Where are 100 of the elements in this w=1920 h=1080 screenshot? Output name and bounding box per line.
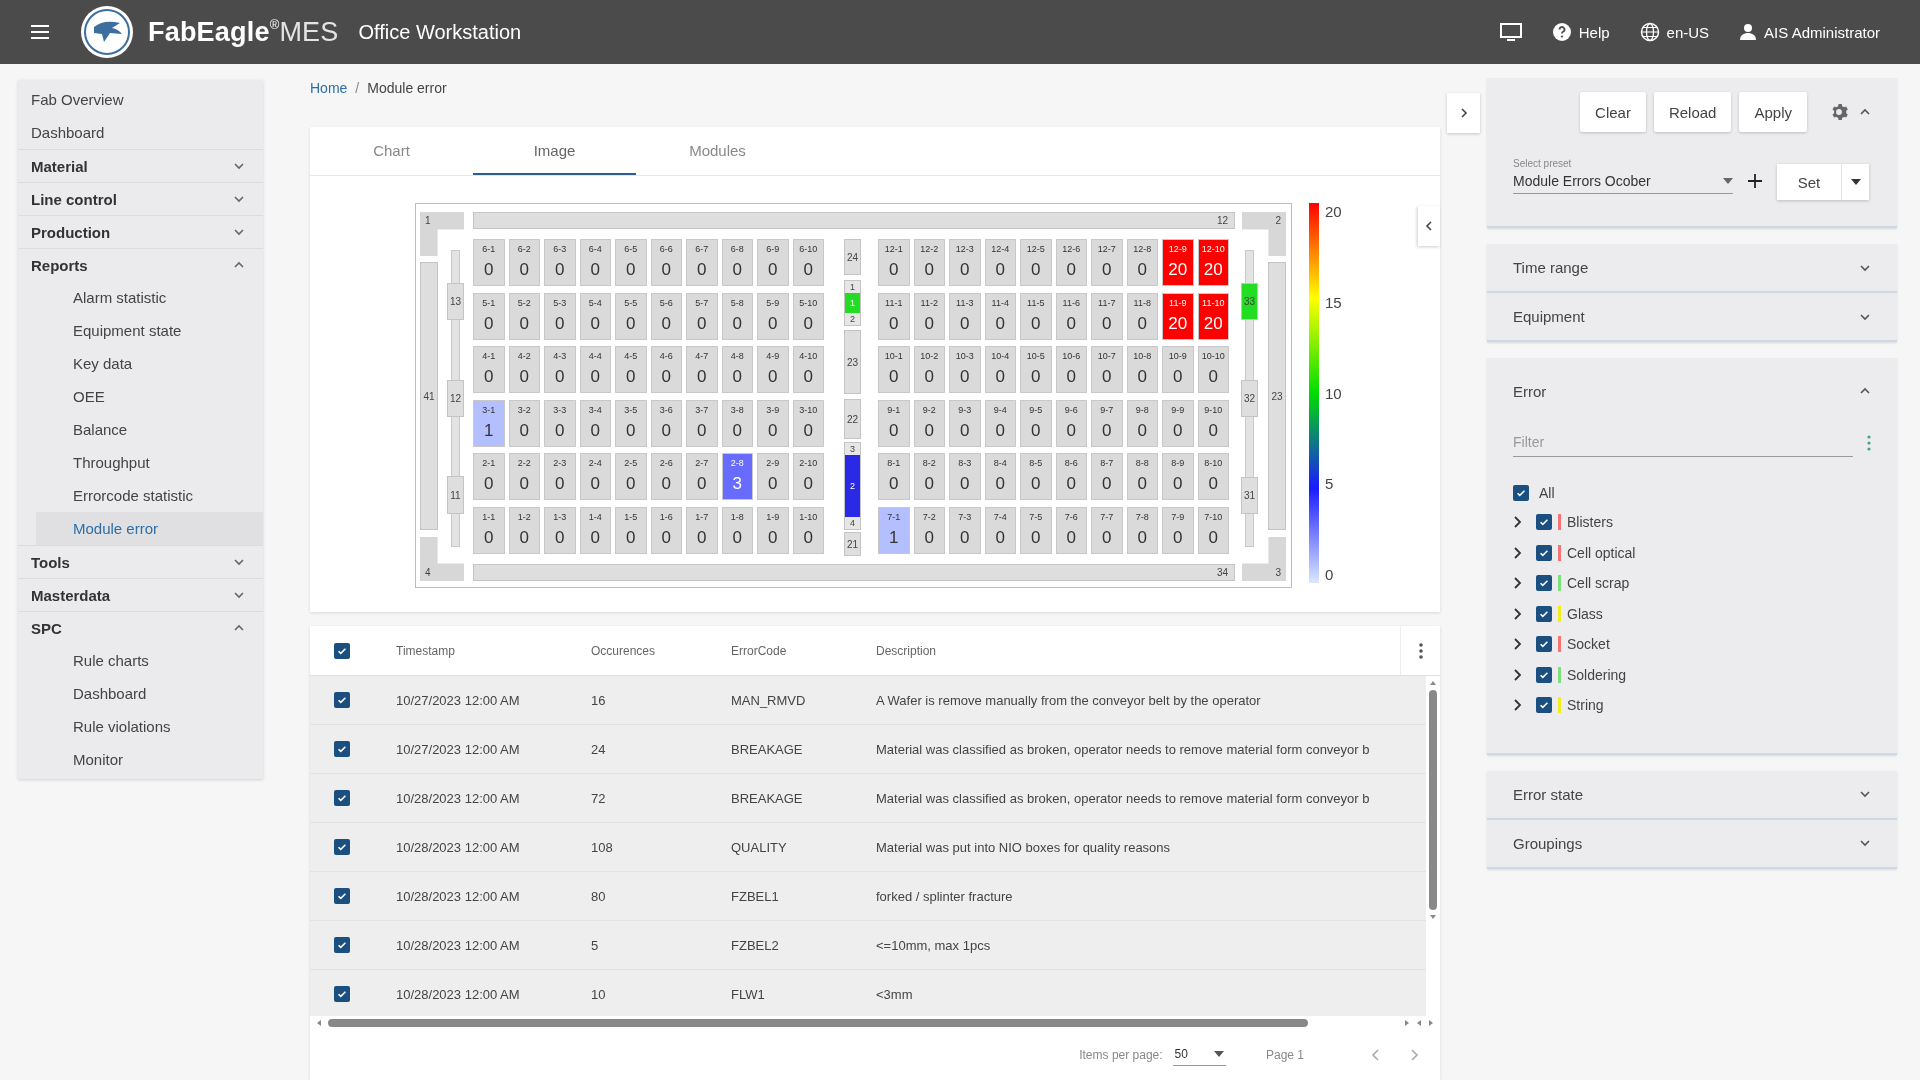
expand-icon[interactable]	[1513, 515, 1523, 530]
accordion-header[interactable]: Error state	[1487, 770, 1897, 818]
more-options-icon[interactable]	[1418, 642, 1423, 659]
checkbox[interactable]	[334, 692, 350, 708]
sidebar-group[interactable]: Reports	[18, 249, 263, 281]
module-tile[interactable]: 1-4 0	[579, 506, 611, 554]
module-tile[interactable]: 6-10 0	[792, 239, 824, 286]
module-tile[interactable]: 10-7 0	[1091, 346, 1123, 393]
column-header[interactable]: Occurences	[591, 643, 731, 658]
accordion-header[interactable]: Time range	[1487, 244, 1897, 291]
module-tile[interactable]: 7-10 0	[1197, 506, 1229, 554]
filter-button[interactable]: Apply	[1739, 92, 1807, 132]
module-tile[interactable]: 7-6 0	[1055, 506, 1087, 554]
module-tile[interactable]: 1-7 0	[686, 506, 718, 554]
module-tile[interactable]: 12-8 0	[1126, 239, 1158, 286]
module-tile[interactable]: 7-1 1	[878, 506, 910, 554]
module-tile[interactable]: 5-7 0	[686, 292, 718, 340]
module-tile[interactable]: 6-1 0	[473, 239, 505, 286]
module-tile[interactable]: 10-5 0	[1020, 346, 1052, 393]
module-tile[interactable]: 6-9 0	[757, 239, 789, 286]
module-tile[interactable]: 6-3 0	[544, 239, 576, 286]
breadcrumb-link[interactable]: Home	[310, 80, 348, 96]
module-tile[interactable]: 10-8 0	[1126, 346, 1158, 393]
module-tile[interactable]: 8-6 0	[1055, 453, 1087, 500]
sidebar-item[interactable]: Errorcode statistic	[36, 479, 263, 512]
module-tile[interactable]: 1-3 0	[544, 506, 576, 554]
module-tile[interactable]: 11-7 0	[1091, 292, 1123, 340]
column-header[interactable]: Timestamp	[396, 643, 591, 658]
module-tile[interactable]: 3-4 0	[579, 399, 611, 447]
module-tile[interactable]: 3-2 0	[508, 399, 540, 447]
module-tile[interactable]: 4-6 0	[650, 346, 682, 393]
module-tile[interactable]: 3-7 0	[686, 399, 718, 447]
module-tile[interactable]: 11-6 0	[1055, 292, 1087, 340]
module-tile[interactable]: 5-2 0	[508, 292, 540, 340]
module-tile[interactable]: 2-4 0	[579, 453, 611, 500]
sidebar-group[interactable]: Material	[18, 150, 263, 182]
vertical-scrollbar[interactable]	[1426, 676, 1440, 1016]
module-tile[interactable]: 9-9 0	[1162, 399, 1194, 447]
module-tile[interactable]: 4-5 0	[615, 346, 647, 393]
sidebar-item[interactable]: Alarm statistic	[36, 281, 263, 314]
module-tile[interactable]: 12-7 0	[1091, 239, 1123, 286]
dropdown-button[interactable]	[1841, 164, 1869, 200]
module-tile[interactable]: 8-1 0	[878, 453, 910, 500]
module-tile[interactable]: 8-9 0	[1162, 453, 1194, 500]
module-tile[interactable]: 7-4 0	[984, 506, 1016, 554]
module-tile[interactable]: 10-2 0	[913, 346, 945, 393]
checkbox[interactable]	[1536, 605, 1552, 622]
module-tile[interactable]: 11-1 0	[878, 292, 910, 340]
module-tile[interactable]: 4-10 0	[792, 346, 824, 393]
expand-icon[interactable]	[1513, 637, 1523, 652]
module-tile[interactable]: 2-6 0	[650, 453, 682, 500]
module-tile[interactable]: 10-10 0	[1197, 346, 1229, 393]
checkbox[interactable]	[1536, 544, 1552, 561]
module-tile[interactable]: 6-8 0	[721, 239, 753, 286]
sidebar-group[interactable]: Line control	[18, 183, 263, 215]
module-tile[interactable]: 9-1 0	[878, 399, 910, 447]
sidebar-item[interactable]: Rule violations	[36, 710, 263, 743]
expand-icon[interactable]	[1513, 606, 1523, 621]
module-tile[interactable]: 7-7 0	[1091, 506, 1123, 554]
module-tile[interactable]: 4-3 0	[544, 346, 576, 393]
user-menu[interactable]: AIS Administrator	[1739, 23, 1880, 41]
module-tile[interactable]: 8-10 0	[1197, 453, 1229, 500]
module-tile[interactable]: 2-7 0	[686, 453, 718, 500]
sidebar-group[interactable]: Tools	[18, 546, 263, 578]
module-tile[interactable]: 5-6 0	[650, 292, 682, 340]
module-tile[interactable]: 11-2 0	[913, 292, 945, 340]
module-tile[interactable]: 4-9 0	[757, 346, 789, 393]
module-tile[interactable]: 10-4 0	[984, 346, 1016, 393]
language-selector[interactable]: en-US	[1639, 22, 1710, 42]
module-tile[interactable]: 10-9 0	[1162, 346, 1194, 393]
module-tile[interactable]: 7-9 0	[1162, 506, 1194, 554]
module-tile[interactable]: 1-9 0	[757, 506, 789, 554]
module-tile[interactable]: 8-3 0	[949, 453, 981, 500]
module-tile[interactable]: 2-2 0	[508, 453, 540, 500]
checkbox[interactable]	[334, 741, 350, 757]
module-tile[interactable]: 8-2 0	[913, 453, 945, 500]
module-tile[interactable]: 12-9 20	[1162, 239, 1194, 286]
sidebar-item[interactable]: Throughput	[36, 446, 263, 479]
filter-button[interactable]: Reload	[1653, 92, 1732, 132]
module-tile[interactable]: 4-1 0	[473, 346, 505, 393]
help-link[interactable]: Help	[1551, 22, 1610, 42]
checkbox[interactable]	[334, 986, 350, 1002]
module-tile[interactable]: 6-6 0	[650, 239, 682, 286]
module-tile[interactable]: 2-9 0	[757, 453, 789, 500]
module-tile[interactable]: 5-4 0	[579, 292, 611, 340]
module-tile[interactable]: 11-9 20	[1162, 292, 1194, 340]
expand-icon[interactable]	[1513, 545, 1523, 560]
menu-icon[interactable]	[30, 24, 50, 40]
module-tile[interactable]: 4-4 0	[579, 346, 611, 393]
tab[interactable]: Chart	[310, 127, 473, 175]
module-tile[interactable]: 1-8 0	[721, 506, 753, 554]
module-tile[interactable]: 9-3 0	[949, 399, 981, 447]
sidebar-group[interactable]: Production	[18, 216, 263, 248]
module-tile[interactable]: 3-6 0	[650, 399, 682, 447]
collapse-button[interactable]	[1418, 206, 1440, 246]
expand-icon[interactable]	[1513, 667, 1523, 682]
sidebar-group[interactable]: SPC	[18, 612, 263, 644]
module-tile[interactable]: 6-4 0	[579, 239, 611, 286]
module-tile[interactable]: 6-2 0	[508, 239, 540, 286]
module-tile[interactable]: 12-1 0	[878, 239, 910, 286]
